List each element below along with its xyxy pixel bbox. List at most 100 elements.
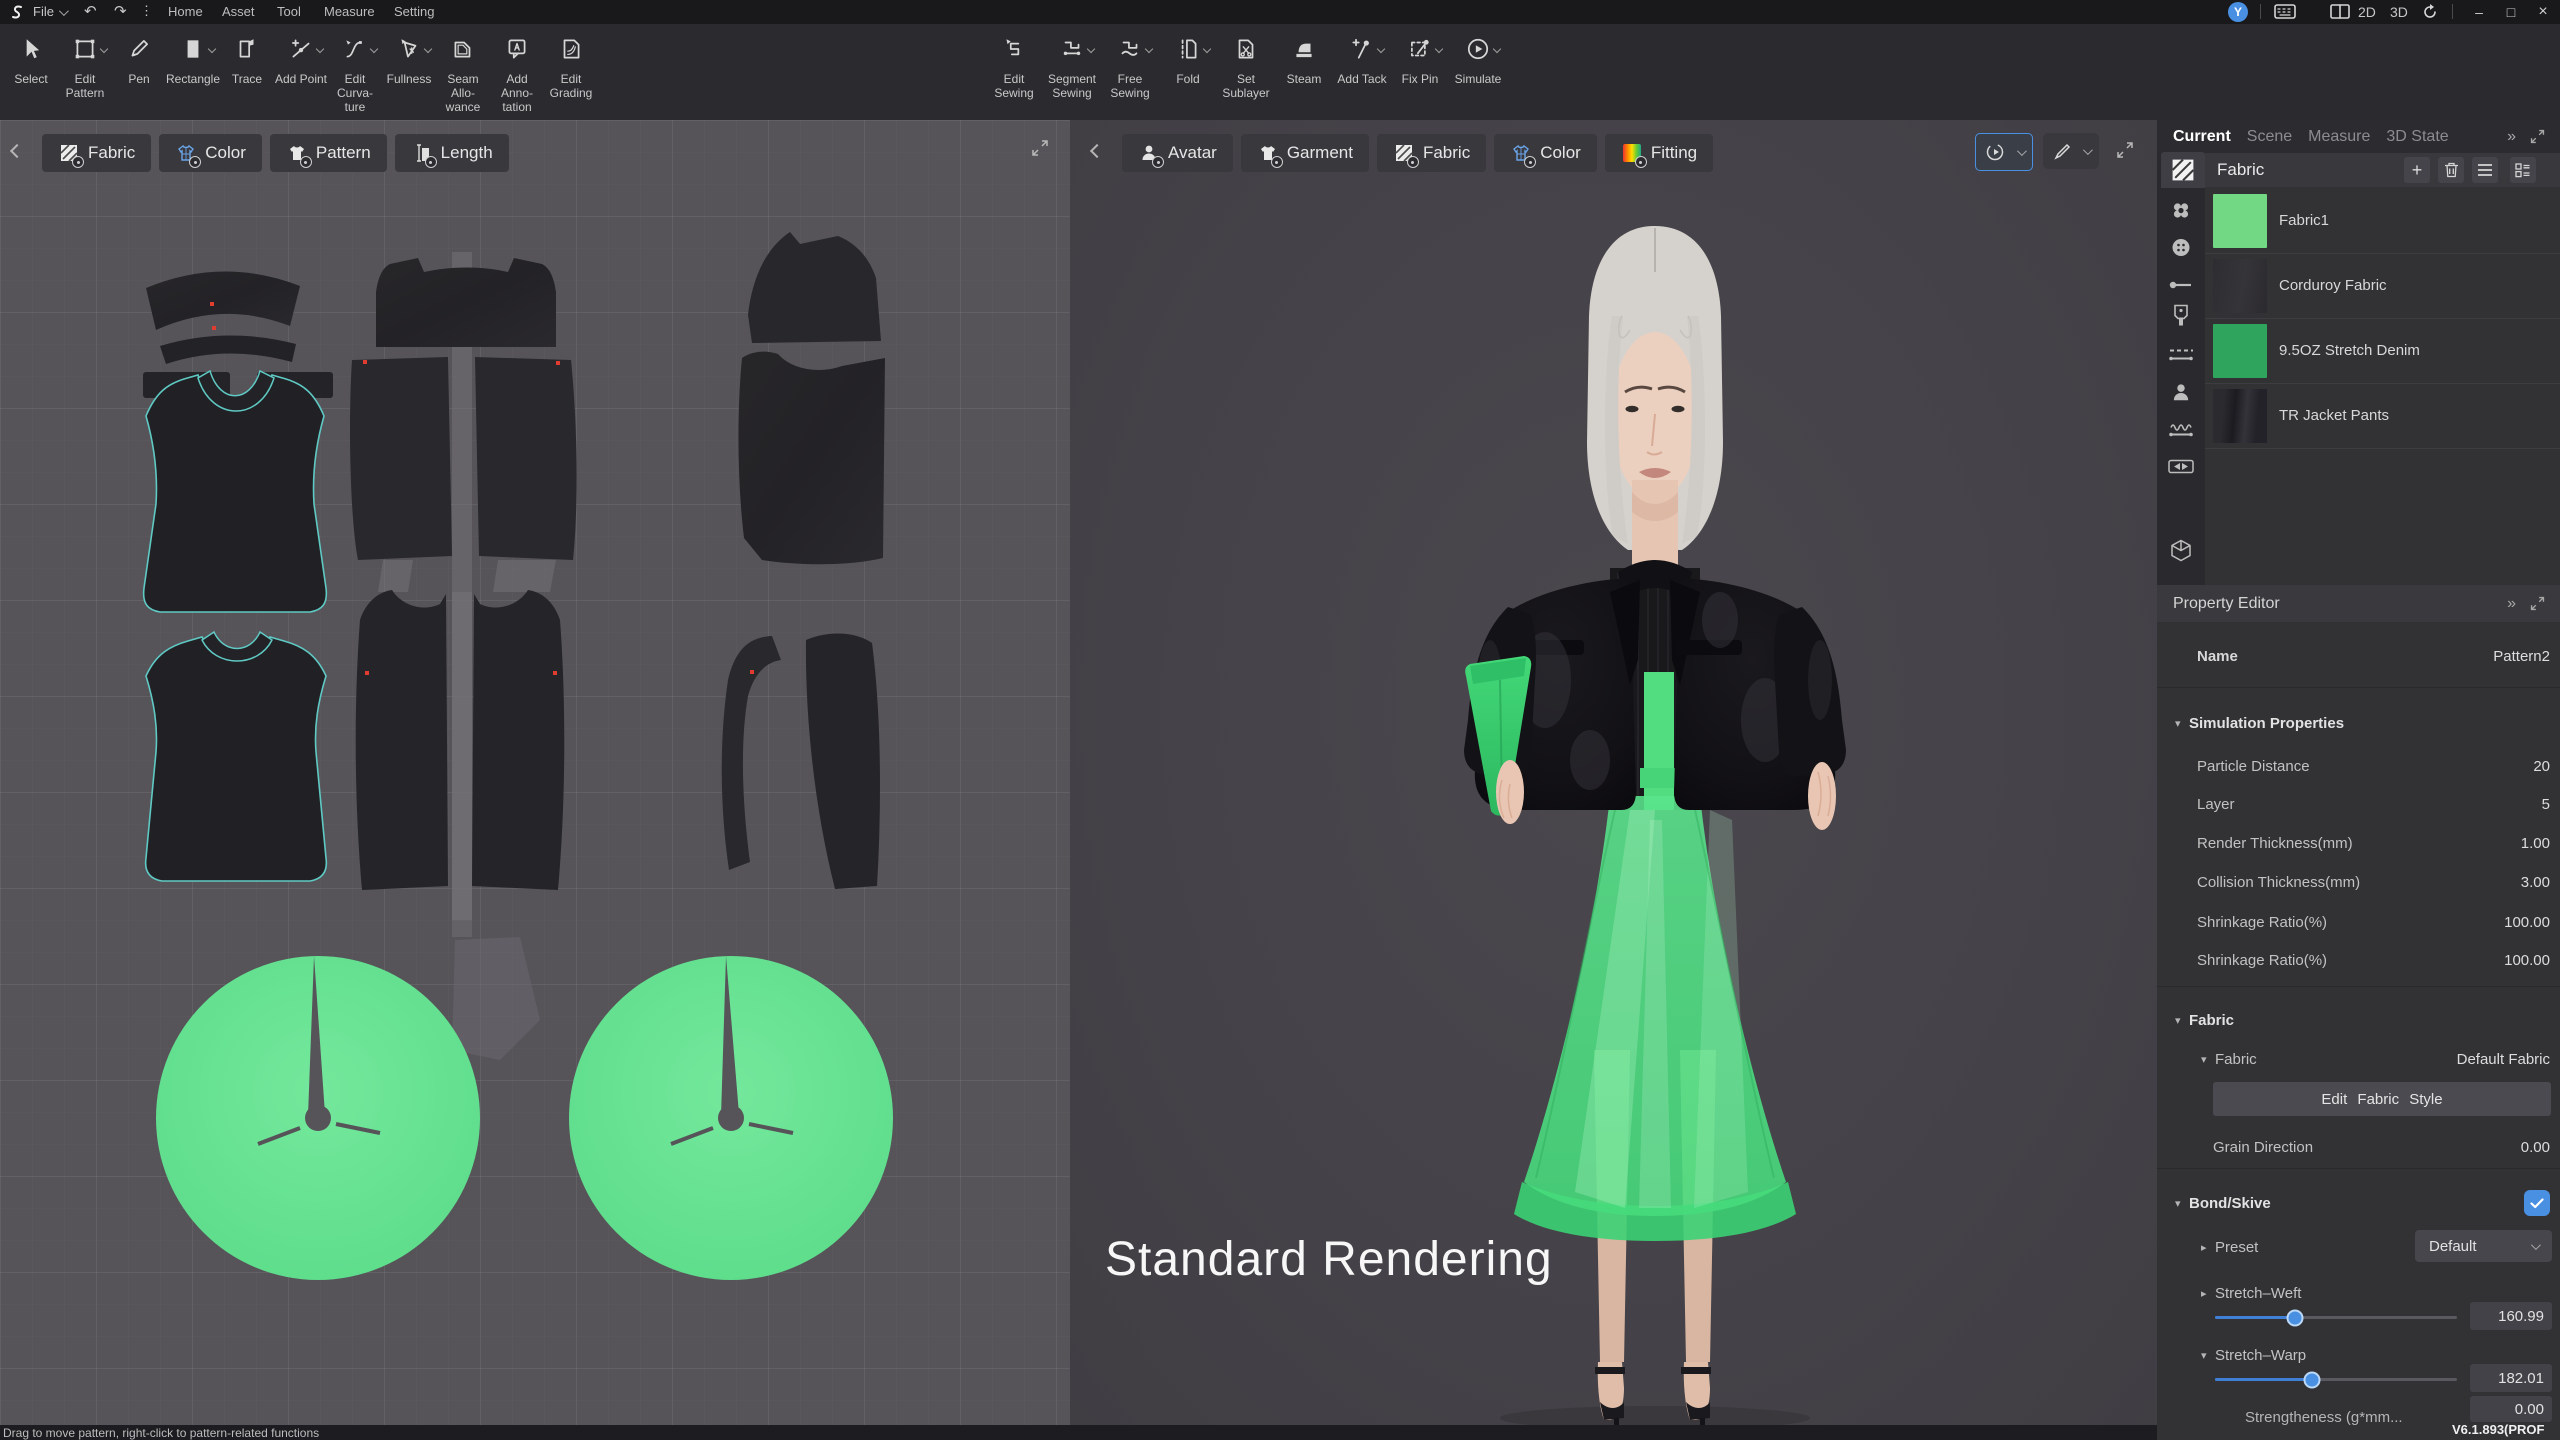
- view-3d-button[interactable]: 3D: [2390, 4, 2408, 20]
- expand-panel-icon[interactable]: [2529, 128, 2546, 150]
- split-view-icon[interactable]: [2330, 4, 2350, 22]
- tool-select[interactable]: Select: [4, 30, 58, 114]
- pattern-piece-collar-band-thin[interactable]: [160, 335, 296, 364]
- strengtheness-value[interactable]: 0.00: [2470, 1396, 2552, 1422]
- pattern-piece-collar-band[interactable]: [146, 271, 300, 330]
- pattern-2d-viewport[interactable]: Fabric Color Pattern Length: [0, 120, 1070, 1425]
- pattern-piece-jacket-front-left[interactable]: [355, 590, 448, 890]
- menu-tool[interactable]: Tool: [263, 4, 315, 19]
- particle-distance-value[interactable]: 20: [2533, 758, 2550, 775]
- pattern-piece-sleeve[interactable]: [738, 351, 885, 565]
- tool-segment-sewing[interactable]: Segment Sewing: [1043, 30, 1101, 101]
- tool-trace[interactable]: Trace: [220, 30, 274, 114]
- strip-fabric-selected[interactable]: [2161, 152, 2205, 188]
- tab-3d-fabric[interactable]: Fabric: [1376, 134, 1487, 172]
- tab-scene[interactable]: Scene: [2247, 128, 2292, 146]
- cube-3d-icon[interactable]: [2169, 539, 2193, 568]
- collapse-panel-icon[interactable]: »: [2507, 128, 2516, 146]
- tab-2d-fabric[interactable]: Fabric: [42, 134, 152, 172]
- pattern-piece-tank-back[interactable]: [144, 636, 328, 882]
- tool-pen[interactable]: Pen: [112, 30, 166, 114]
- render-thickness-value[interactable]: 1.00: [2521, 835, 2550, 852]
- button-icon[interactable]: [2170, 237, 2192, 264]
- tool-seam-allowance[interactable]: Seam Allo- wance: [436, 30, 490, 114]
- topstitch-icon[interactable]: [2168, 347, 2194, 368]
- tab-2d-color[interactable]: Color: [159, 134, 262, 172]
- pattern-piece-jacket-back-left[interactable]: [350, 357, 452, 560]
- menu-measure[interactable]: Measure: [310, 4, 389, 19]
- stretch-weft-slider-knob[interactable]: [2286, 1309, 2304, 1326]
- redo-button[interactable]: ↷: [114, 2, 127, 20]
- stretch-weft-value[interactable]: 160.99: [2470, 1302, 2552, 1330]
- pattern-piece-sleeve-top[interactable]: [748, 232, 881, 343]
- fabric-list-item[interactable]: Fabric1: [2205, 188, 2560, 254]
- stretch-weft-slider[interactable]: [2215, 1309, 2457, 1326]
- delete-fabric-button[interactable]: [2438, 157, 2464, 183]
- keyboard-shortcuts-icon[interactable]: [2274, 4, 2296, 22]
- reset-view-icon[interactable]: [2422, 4, 2438, 23]
- tab-3d-fitting[interactable]: Fitting: [1604, 134, 1714, 172]
- fabric-sub-row[interactable]: ▾ Fabric Default Fabric: [2157, 1044, 2560, 1074]
- fabric-section-toggle[interactable]: ▾ Fabric: [2157, 1005, 2560, 1035]
- bond-skive-checkbox[interactable]: [2524, 1190, 2550, 1216]
- stretch-warp-slider[interactable]: [2215, 1371, 2457, 1388]
- trim-clover-icon[interactable]: [2170, 200, 2192, 227]
- tool-rectangle[interactable]: Rectangle: [166, 30, 220, 114]
- add-fabric-button[interactable]: +: [2404, 157, 2430, 183]
- pattern-piece-jacket-front-right[interactable]: [472, 590, 565, 890]
- shrinkage-warp-value[interactable]: 100.00: [2504, 952, 2550, 969]
- layer-value[interactable]: 5: [2542, 796, 2550, 813]
- fabric-list-item[interactable]: Corduroy Fabric: [2205, 253, 2560, 319]
- more-menu-button[interactable]: ⋮: [140, 3, 153, 19]
- maximize-button[interactable]: □: [2494, 0, 2528, 24]
- user-avatar[interactable]: Y: [2228, 2, 2248, 22]
- grain-direction-value[interactable]: 0.00: [2521, 1139, 2550, 1156]
- expand-3d-panel-icon[interactable]: [2115, 140, 2135, 165]
- tab-2d-length[interactable]: Length: [394, 134, 509, 172]
- file-menu[interactable]: File: [33, 4, 69, 19]
- avatar-strip-icon[interactable]: [2170, 382, 2192, 409]
- pattern-pieces-canvas[interactable]: [0, 120, 1070, 1425]
- list-view-button[interactable]: [2472, 157, 2498, 183]
- view-rotate-mode-button[interactable]: [1975, 133, 2033, 171]
- tool-fullness[interactable]: Fullness: [382, 30, 436, 114]
- edit-fabric-style-button[interactable]: Edit Fabric Style: [2213, 1082, 2551, 1116]
- tool-edit-curvature[interactable]: Edit Curva- ture: [328, 30, 382, 114]
- simulation-section-header[interactable]: ▾ Simulation Properties: [2157, 708, 2560, 738]
- preset-dropdown[interactable]: Default: [2415, 1230, 2552, 1262]
- bond-skive-section-toggle[interactable]: ▾ Bond/Skive: [2157, 1188, 2560, 1218]
- tab-2d-pattern[interactable]: Pattern: [269, 134, 387, 172]
- view-2d-button[interactable]: 2D: [2358, 4, 2376, 20]
- elastic-seam-icon[interactable]: [2168, 422, 2194, 445]
- tab-measure[interactable]: Measure: [2308, 128, 2370, 146]
- close-button[interactable]: ×: [2526, 0, 2560, 24]
- pattern-piece-jacket-back-right[interactable]: [475, 357, 577, 560]
- zipper-icon[interactable]: [2172, 304, 2190, 336]
- minimize-button[interactable]: –: [2462, 0, 2496, 24]
- pin-icon[interactable]: [2169, 278, 2193, 296]
- detail-view-button[interactable]: [2510, 157, 2536, 183]
- menu-setting[interactable]: Setting: [380, 4, 448, 19]
- tab-current[interactable]: Current: [2173, 128, 2231, 146]
- collision-thickness-value[interactable]: 3.00: [2521, 874, 2550, 891]
- pattern-piece-circle-skirt-2[interactable]: [569, 956, 893, 1280]
- collapse-editor-icon[interactable]: »: [2507, 595, 2516, 613]
- tool-edit-sewing[interactable]: Edit Sewing: [985, 30, 1043, 101]
- brush-mode-button[interactable]: [2043, 133, 2099, 169]
- fabric-list-item[interactable]: 9.5OZ Stretch Denim: [2205, 318, 2560, 384]
- avatar-3d-render[interactable]: [1070, 120, 2157, 1425]
- tool-simulate[interactable]: Simulate: [1449, 30, 1507, 101]
- tab-3d-state[interactable]: 3D State: [2386, 128, 2448, 146]
- tool-fold[interactable]: Fold: [1159, 30, 1217, 101]
- tool-edit-pattern[interactable]: Edit Pattern: [58, 30, 112, 114]
- stretch-warp-value[interactable]: 182.01: [2470, 1364, 2552, 1392]
- tab-3d-avatar[interactable]: Avatar: [1122, 134, 1233, 172]
- fabric-list-item[interactable]: TR Jacket Pants: [2205, 383, 2560, 449]
- pattern-piece-circle-skirt-1[interactable]: [156, 956, 480, 1280]
- tool-free-sewing[interactable]: Free Sewing: [1101, 30, 1159, 101]
- viewport-3d[interactable]: Avatar Garment Fabric Color Fitting Stan…: [1070, 120, 2157, 1425]
- stretch-warp-slider-knob[interactable]: [2303, 1371, 2321, 1388]
- tool-add-point[interactable]: Add Point: [274, 30, 328, 114]
- menu-asset[interactable]: Asset: [208, 4, 269, 19]
- fabric-preset-value[interactable]: Default Fabric: [2457, 1051, 2550, 1068]
